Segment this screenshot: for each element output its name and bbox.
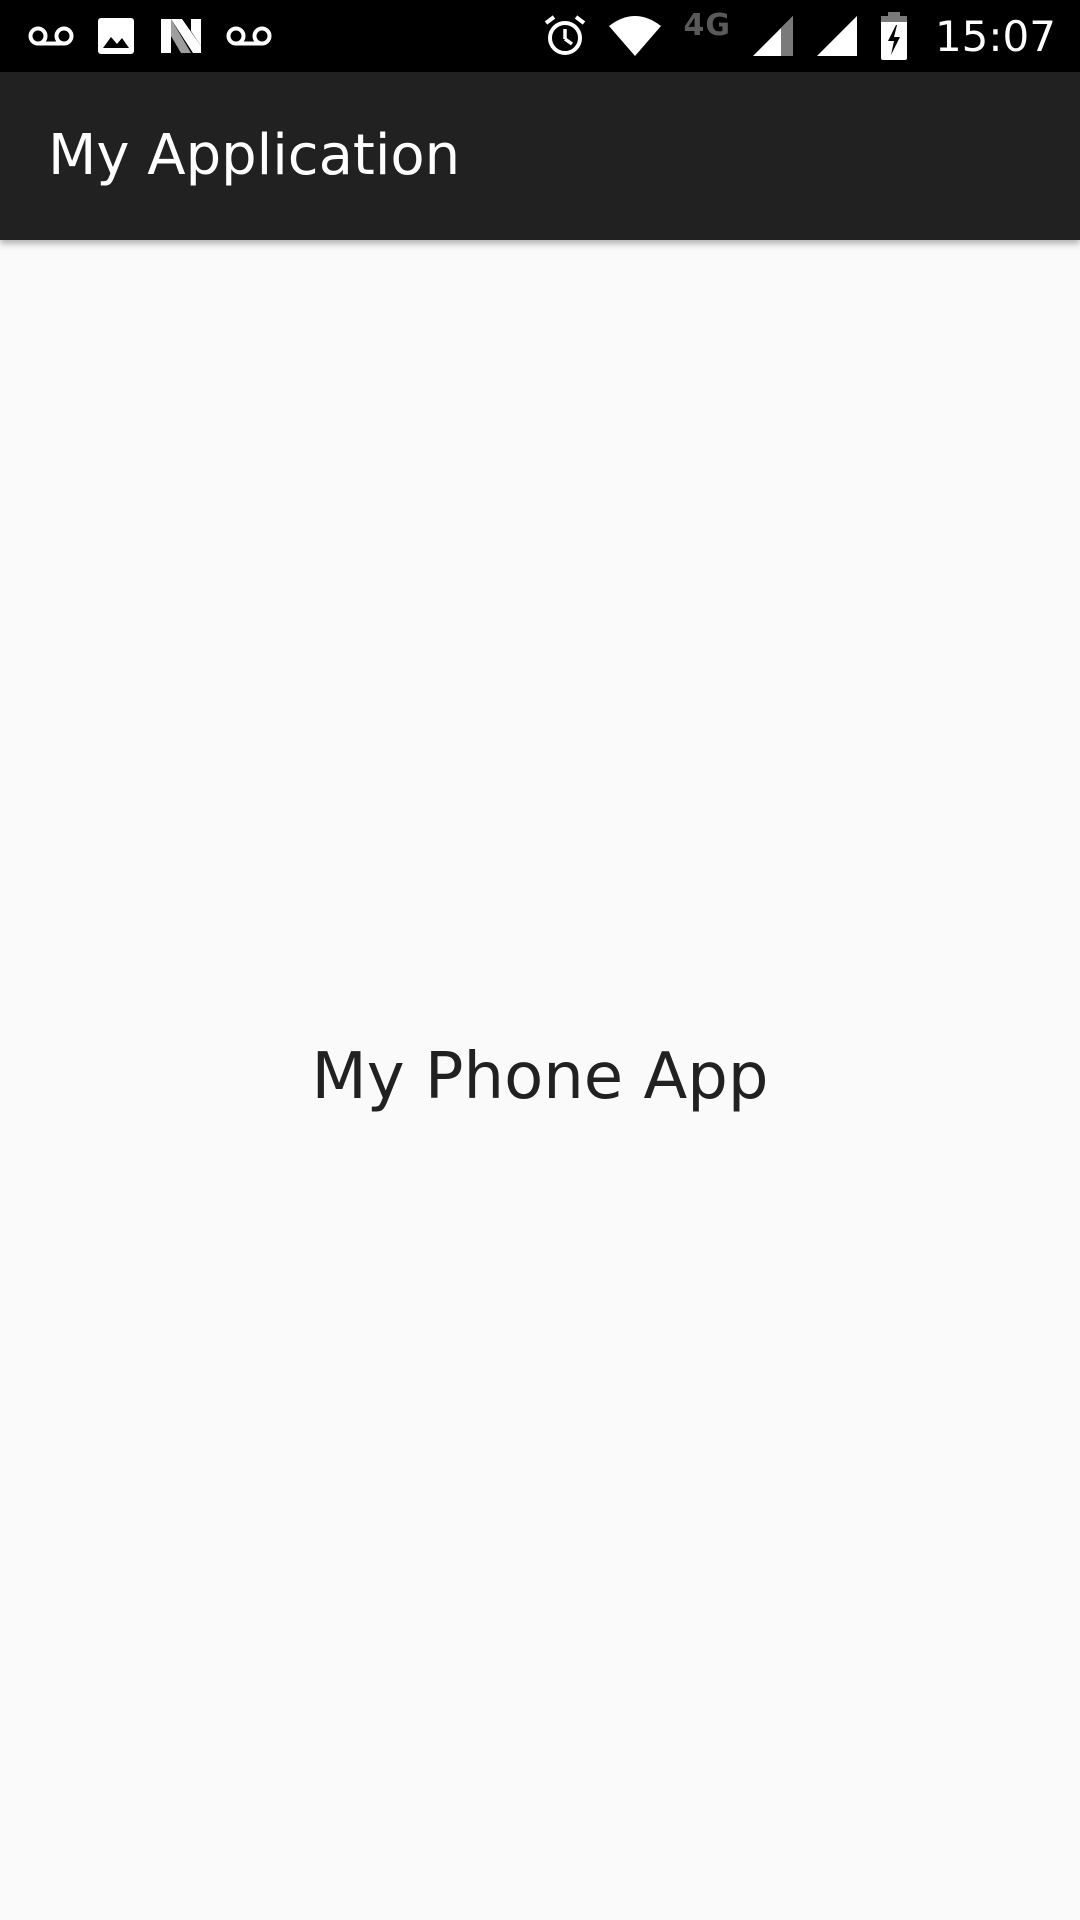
main-content: My Phone App xyxy=(0,240,1080,1920)
cell-signal-icon xyxy=(751,14,795,58)
n-notification-icon xyxy=(158,16,204,56)
image-icon xyxy=(96,16,136,56)
network-type-label: 4G xyxy=(683,7,731,43)
voicemail-icon xyxy=(226,25,272,47)
main-text: My Phone App xyxy=(311,1040,769,1114)
status-bar-system: 4G 15:07 xyxy=(543,0,1056,72)
app-bar: My Application xyxy=(0,72,1080,240)
battery-charging-icon xyxy=(879,11,909,61)
status-bar: 4G 15:07 xyxy=(0,0,1080,72)
voicemail-icon xyxy=(28,25,74,47)
status-bar-notifications xyxy=(28,0,272,72)
app-bar-title: My Application xyxy=(48,123,461,188)
alarm-icon xyxy=(543,14,587,58)
phone-screen: 4G 15:07 My Application My Phone App xyxy=(0,0,1080,1920)
status-bar-clock: 15:07 xyxy=(934,11,1056,61)
cell-signal-icon xyxy=(815,14,859,58)
wifi-icon xyxy=(607,14,663,58)
